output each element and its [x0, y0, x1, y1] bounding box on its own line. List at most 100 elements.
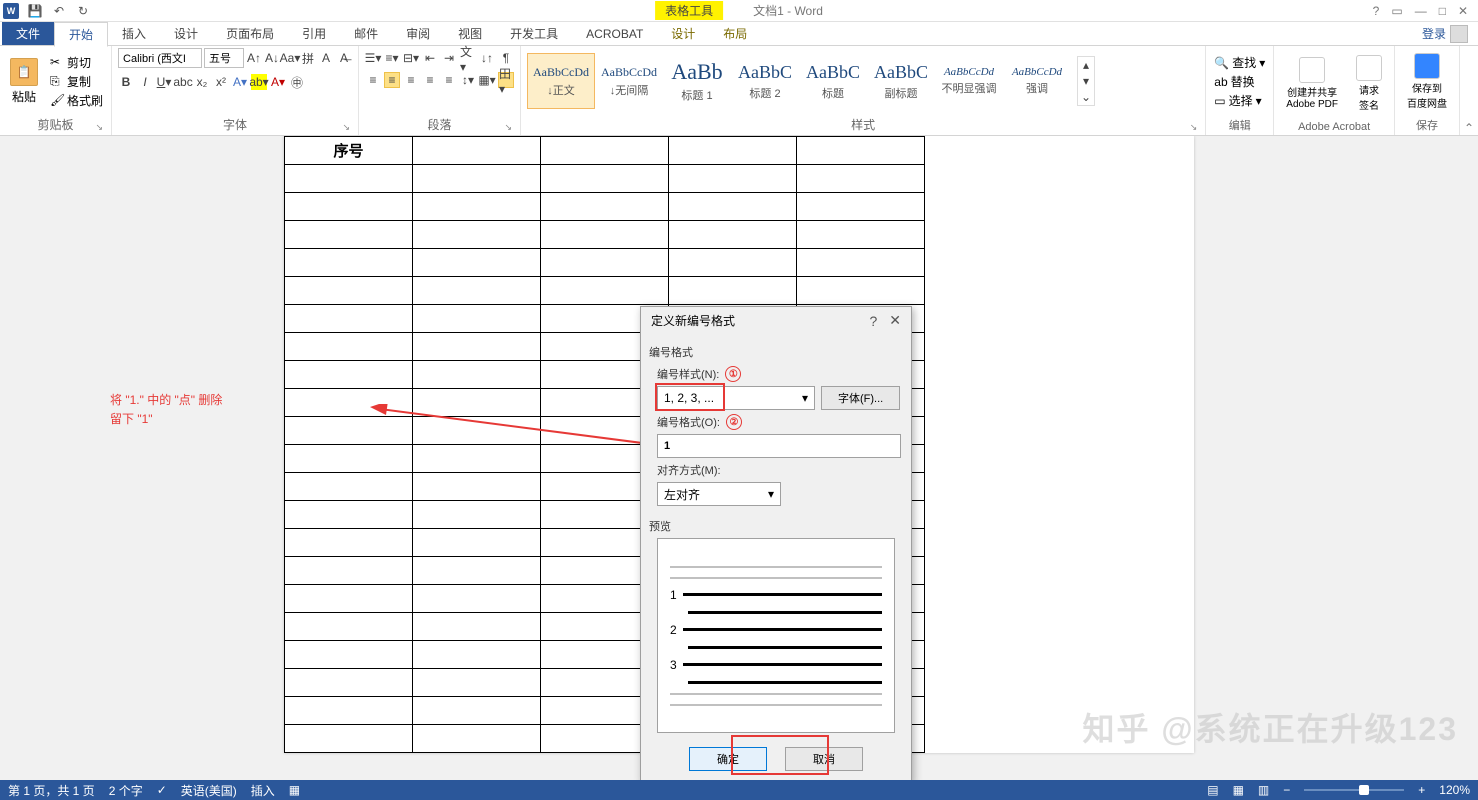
table-cell[interactable] [285, 501, 413, 529]
cut-button[interactable]: ✂剪切 [48, 54, 105, 71]
table-cell[interactable] [285, 361, 413, 389]
change-case-icon[interactable]: Aa▾ [282, 50, 298, 66]
table-cell[interactable] [285, 165, 413, 193]
strike-icon[interactable]: abc [175, 74, 191, 90]
table-cell[interactable] [797, 165, 925, 193]
table-cell[interactable] [669, 137, 797, 165]
ribbon-options-icon[interactable]: ▭ [1391, 4, 1402, 18]
borders-icon[interactable]: 田▾ [498, 72, 514, 88]
table-cell[interactable] [285, 529, 413, 557]
style-item[interactable]: AaBbCcDd强调 [1003, 53, 1071, 109]
tab-table-design[interactable]: 设计 [657, 22, 709, 45]
table-cell[interactable] [413, 529, 541, 557]
word-count[interactable]: 2 个字 [109, 782, 143, 799]
table-cell[interactable] [669, 249, 797, 277]
close-icon[interactable]: ✕ [1458, 4, 1468, 18]
table-cell[interactable] [285, 585, 413, 613]
table-cell[interactable] [285, 641, 413, 669]
enclose-char-icon[interactable]: ㊥ [289, 74, 305, 90]
dialog-close-icon[interactable]: ✕ [889, 312, 901, 329]
highlight-icon[interactable]: ab▾ [251, 74, 267, 90]
style-item[interactable]: AaBbC副标题 [867, 53, 935, 109]
superscript-icon[interactable]: x² [213, 74, 229, 90]
ok-button[interactable]: 确定 [689, 747, 767, 771]
table-cell[interactable] [285, 697, 413, 725]
table-cell[interactable] [413, 557, 541, 585]
tab-layout[interactable]: 页面布局 [212, 22, 288, 45]
request-sign-button[interactable]: 请求 签名 [1350, 55, 1388, 112]
table-cell[interactable] [669, 221, 797, 249]
select-button[interactable]: ▭选择▾ [1212, 92, 1267, 109]
table-cell[interactable] [413, 221, 541, 249]
styles-down-icon[interactable]: ▾ [1078, 73, 1094, 89]
shading-icon[interactable]: ▦▾ [479, 72, 495, 88]
bold-icon[interactable]: B [118, 74, 134, 90]
table-cell[interactable] [541, 193, 669, 221]
style-item[interactable]: AaBbC标题 2 [731, 53, 799, 109]
italic-icon[interactable]: I [137, 74, 153, 90]
subscript-icon[interactable]: x₂ [194, 74, 210, 90]
table-cell[interactable] [413, 165, 541, 193]
char-border-icon[interactable]: A [318, 50, 334, 66]
table-cell[interactable] [413, 137, 541, 165]
underline-icon[interactable]: U▾ [156, 74, 172, 90]
dialog-help-icon[interactable]: ? [869, 313, 877, 329]
spell-check-icon[interactable]: ✓ [157, 783, 167, 797]
table-cell[interactable] [413, 669, 541, 697]
table-cell[interactable] [285, 221, 413, 249]
justify-icon[interactable]: ≡ [422, 72, 438, 88]
table-cell[interactable] [285, 333, 413, 361]
find-button[interactable]: 🔍查找▾ [1212, 54, 1267, 71]
undo-icon[interactable]: ↶ [51, 3, 67, 19]
table-cell[interactable] [541, 221, 669, 249]
launcher-icon[interactable]: ↘ [504, 122, 512, 133]
page-number[interactable]: 第 1 页，共 1 页 [8, 782, 95, 799]
table-cell[interactable] [797, 277, 925, 305]
create-pdf-button[interactable]: 创建并共享 Adobe PDF [1280, 57, 1344, 110]
align-center-icon[interactable]: ≡ [384, 72, 400, 88]
font-size-select[interactable] [204, 48, 244, 68]
number-format-input[interactable] [657, 434, 901, 458]
style-item[interactable]: AaBbCcDd↓无间隔 [595, 53, 663, 109]
table-cell[interactable] [285, 557, 413, 585]
table-cell[interactable] [669, 165, 797, 193]
table-cell[interactable] [285, 193, 413, 221]
table-cell[interactable] [285, 669, 413, 697]
read-mode-icon[interactable]: ▤ [1207, 783, 1218, 797]
copy-button[interactable]: ⎘复制 [48, 73, 105, 90]
table-cell[interactable] [413, 361, 541, 389]
table-cell[interactable] [413, 641, 541, 669]
zoom-level[interactable]: 120% [1439, 783, 1470, 797]
phonetic-icon[interactable]: 拼 [300, 50, 316, 66]
style-item[interactable]: AaBbC标题 [799, 53, 867, 109]
multilevel-icon[interactable]: ⊟▾ [403, 50, 419, 66]
table-cell[interactable] [413, 501, 541, 529]
table-cell[interactable] [797, 193, 925, 221]
clear-format-icon[interactable]: A̶ [336, 50, 352, 66]
save-cloud-button[interactable]: 保存到 百度网盘 [1401, 53, 1453, 110]
launcher-icon[interactable]: ↘ [1190, 122, 1198, 133]
table-cell[interactable] [413, 585, 541, 613]
table-cell[interactable] [541, 277, 669, 305]
align-left-icon[interactable]: ≡ [365, 72, 381, 88]
table-cell[interactable] [285, 249, 413, 277]
table-cell[interactable] [797, 221, 925, 249]
asian-layout-icon[interactable]: 文▾ [460, 50, 476, 66]
table-cell[interactable] [413, 697, 541, 725]
numbering-icon[interactable]: ≡▾ [384, 50, 400, 66]
save-icon[interactable]: 💾 [27, 3, 43, 19]
table-cell[interactable] [285, 277, 413, 305]
table-cell[interactable] [285, 473, 413, 501]
table-cell[interactable] [541, 249, 669, 277]
table-cell[interactable] [413, 193, 541, 221]
table-cell[interactable] [413, 725, 541, 753]
table-cell[interactable] [541, 165, 669, 193]
style-item[interactable]: AaBb标题 1 [663, 53, 731, 109]
tab-references[interactable]: 引用 [288, 22, 340, 45]
table-cell[interactable] [541, 137, 669, 165]
tab-table-layout[interactable]: 布局 [709, 22, 761, 45]
distributed-icon[interactable]: ≡ [441, 72, 457, 88]
grow-font-icon[interactable]: A↑ [246, 50, 262, 66]
web-layout-icon[interactable]: ▥ [1258, 783, 1269, 797]
zoom-out-icon[interactable]: − [1283, 783, 1290, 797]
